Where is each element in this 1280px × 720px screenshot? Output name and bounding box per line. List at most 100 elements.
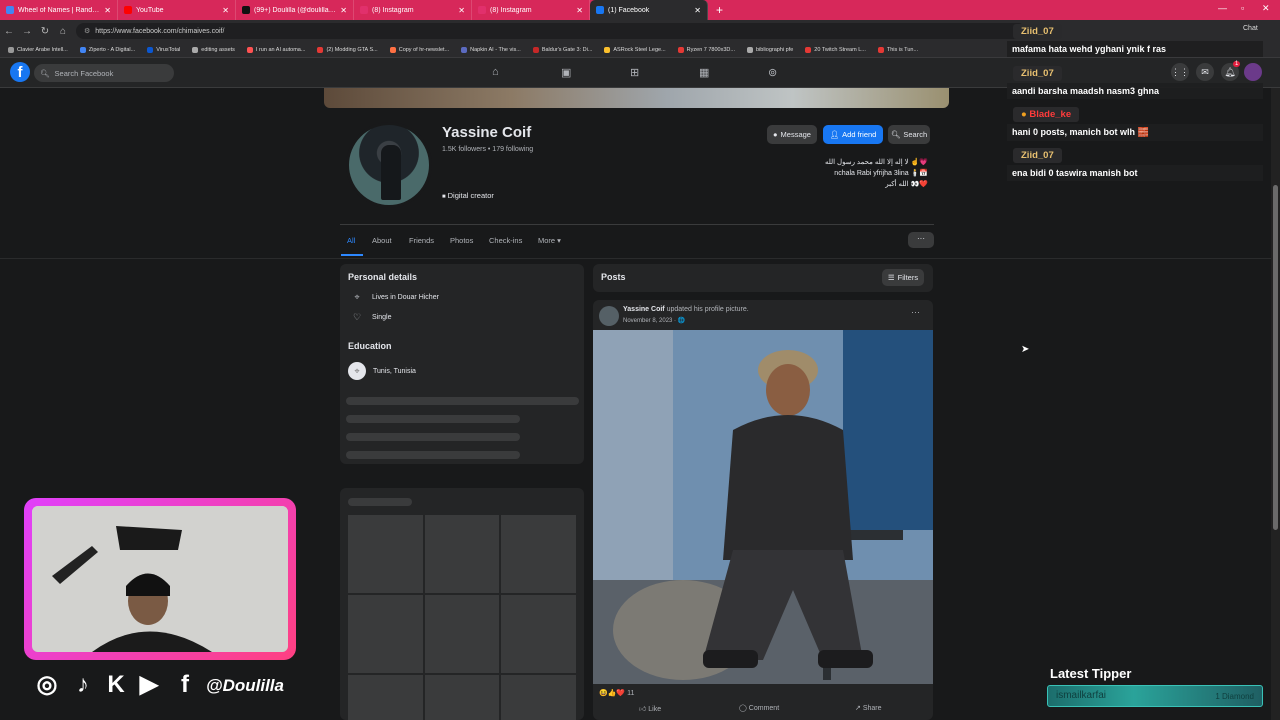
bookmark-label: Clavier Arabe Intell... [17,46,68,53]
home-nav-icon[interactable]: ⌂ [492,66,499,78]
facebook-favicon-icon [596,6,604,14]
tab-check-ins[interactable]: Check-ins [489,236,522,245]
post-date[interactable]: November 8, 2023 · 🌐 [623,317,685,324]
bookmark-item[interactable]: VirusTotal [147,46,180,53]
close-icon[interactable]: ✕ [576,6,583,15]
comment-label: Comment [748,705,780,712]
bookmark-item[interactable]: Napkin AI - The vis... [461,46,521,53]
browser-tab[interactable]: YouTube ✕ [118,0,236,20]
site-info-icon[interactable]: ⚙ [84,27,90,35]
close-icon[interactable]: ✕ [458,6,465,15]
bookmark-item[interactable]: Copy of hr-newslet... [389,46,449,53]
active-tab-indicator [341,254,363,256]
message-button[interactable]: ● Message [767,125,817,144]
profile-category: ■ Digital creator [442,191,494,200]
post-author[interactable]: Yassine Coif [623,306,665,313]
back-icon[interactable]: ← [0,26,18,37]
instagram-favicon-icon [360,6,368,14]
message-label: Message [780,130,811,139]
reload-icon[interactable]: ↻ [36,26,54,37]
search-profile-button[interactable]: 🔍︎ Search [888,125,930,144]
chat-message: hani 0 posts, manich bot wlh 🧱 [1007,124,1263,141]
gaming-nav-icon[interactable]: ⊚ [768,66,777,79]
maximize-icon[interactable]: ▫ [1241,3,1244,13]
bookmark-item[interactable]: Clavier Arabe Intell... [8,46,68,53]
bookmark-item[interactable]: ASRock Steel Lege... [604,46,666,53]
profile-stats[interactable]: 1.5K followers • 179 following [442,146,533,153]
bookmark-item[interactable]: (2) Modding GTA S... [317,46,378,53]
forward-icon[interactable]: → [18,26,36,37]
window-close-icon[interactable]: ✕ [1262,3,1270,14]
scrollbar-thumb[interactable] [1273,185,1278,530]
tiktok-favicon-icon [242,6,250,14]
post-menu-button[interactable]: ··· [911,307,920,317]
bookmark-item[interactable]: Ziperto - A Digital... [79,46,135,53]
browser-tab-strip: Wheel of Names | Random name✕ YouTube✕ (… [0,0,1280,20]
bookmark-item[interactable]: Baldur's Gate 3: Di... [532,46,593,53]
browser-tab[interactable]: (8) Instagram ✕ [354,0,472,20]
post-author-avatar[interactable] [599,306,619,326]
filters-button[interactable]: ☰ Filters [882,269,924,286]
search-icon: 🔍︎ [890,130,901,139]
bio-line: nchala Rabi yfrijha 3lina 🕯️📅 [834,170,928,177]
kick-icon: K [107,671,125,698]
bookmark-item[interactable]: This is Tun... [877,46,918,53]
tab-more[interactable]: More ▾ [538,236,561,245]
reactions-summary[interactable]: 😆👍❤️ 11 [599,689,634,697]
bookmark-item[interactable]: I run an AI automa... [246,46,305,53]
reaction-count: 11 [627,690,635,697]
browser-tab[interactable]: (99+) Doulilla (@doulilla_) | TikTok ✕ [236,0,354,20]
menu-grid-icon[interactable]: ⋮⋮ [1171,63,1189,81]
minimize-icon[interactable]: — [1218,3,1227,13]
add-person-icon: 👤︎ [829,130,840,139]
post-photo[interactable] [593,330,933,684]
chat-label[interactable]: Chat [1243,25,1258,32]
filters-label: Filters [897,273,919,282]
video-nav-icon[interactable]: ▣ [561,66,571,79]
chat-username: Ziid_07 [1013,24,1062,39]
groups-nav-icon[interactable]: ▦ [699,66,709,79]
close-icon[interactable]: ✕ [694,6,701,15]
cover-photo[interactable] [324,88,949,108]
add-friend-button[interactable]: 👤︎ Add friend [823,125,883,144]
mouse-cursor-icon: ➤ [1021,344,1030,355]
home-icon[interactable]: ⌂ [54,26,72,37]
bookmark-item[interactable]: 20 Twitch Stream L... [805,46,866,53]
browser-tab[interactable]: (8) Instagram ✕ [472,0,590,20]
account-avatar[interactable] [1244,63,1262,81]
bookmark-label: editing assets [201,46,235,53]
marketplace-nav-icon[interactable]: ⊞ [630,66,639,79]
profile-picture[interactable] [346,122,432,208]
facebook-logo-icon[interactable]: f [10,62,30,82]
like-button[interactable]: 👍︎ Like [639,704,661,713]
browser-tab[interactable]: Wheel of Names | Random name✕ [0,0,118,20]
bookmark-favicon-icon [79,46,86,53]
tipper-name: ismailkarfai [1056,690,1107,701]
chat-username: Ziid_07 [1013,148,1062,163]
url-input[interactable]: ⚙ https://www.facebook.com/chimaives.coif… [76,23,1026,39]
new-tab-button[interactable]: + [716,3,723,17]
bookmark-item[interactable]: editing assets [192,46,235,53]
share-button[interactable]: ↗ Share [855,704,882,712]
loading-skeleton [346,451,520,459]
close-icon[interactable]: ✕ [222,6,229,15]
close-icon[interactable]: ✕ [104,6,111,15]
webcam-feed [32,506,288,652]
tab-friends[interactable]: Friends [409,236,434,245]
profile-more-button[interactable]: ··· [908,232,934,248]
tab-about[interactable]: About [372,236,392,245]
messenger-icon[interactable]: ✉ [1196,63,1214,81]
warning-badge-icon: ● [1021,109,1027,120]
bookmark-favicon-icon [192,46,199,53]
close-icon[interactable]: ✕ [340,6,347,15]
facebook-search-input[interactable]: 🔍︎ Search Facebook [34,64,174,82]
browser-tab-active[interactable]: (1) Facebook ✕ [590,0,708,20]
comment-icon: ◯ [739,705,747,712]
bookmark-label: Baldur's Gate 3: Di... [541,46,593,53]
bookmark-item[interactable]: bibliographi pfe [746,46,793,53]
bookmark-label: ASRock Steel Lege... [613,46,666,53]
comment-button[interactable]: ◯ Comment [739,704,779,712]
bookmark-item[interactable]: Ryzen 7 7800x3D... [677,46,735,53]
tab-all[interactable]: All [347,236,355,245]
tab-photos[interactable]: Photos [450,236,473,245]
